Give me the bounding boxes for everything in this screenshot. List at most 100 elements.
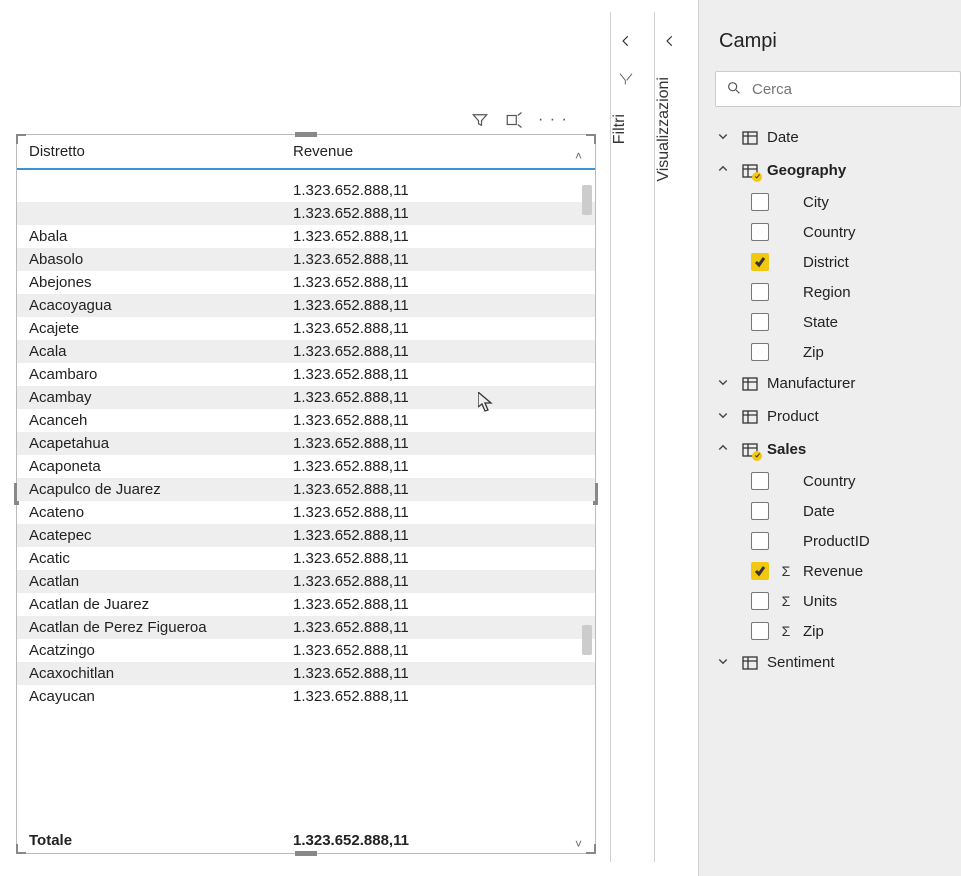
table-row[interactable]: Acapulco de Juarez1.323.652.888,11 <box>17 478 595 501</box>
cell-distretto <box>25 182 293 199</box>
field-country[interactable]: ΣCountry <box>743 217 961 247</box>
report-canvas[interactable]: · · · Distretto Revenue 1.323.652.888,11… <box>0 0 607 876</box>
field-region[interactable]: ΣRegion <box>743 277 961 307</box>
table-row[interactable]: Acaxochitlan1.323.652.888,11 <box>17 662 595 685</box>
table-row[interactable]: 1.323.652.888,11 <box>17 179 595 202</box>
fields-search[interactable] <box>715 71 961 107</box>
field-sales-zip[interactable]: ΣZip <box>743 616 961 646</box>
table-node-sentiment[interactable]: Sentiment <box>703 646 961 679</box>
table-node-product[interactable]: Product <box>703 400 961 433</box>
table-row[interactable]: Acatzingo1.323.652.888,11 <box>17 639 595 662</box>
field-label: Country <box>803 473 856 490</box>
focus-mode-icon[interactable] <box>504 110 524 130</box>
table-label: Product <box>767 408 819 425</box>
table-row[interactable]: Acatic1.323.652.888,11 <box>17 547 595 570</box>
field-label: ProductID <box>803 533 870 550</box>
cell-revenue: 1.323.652.888,11 <box>293 688 453 705</box>
cell-distretto: Acanceh <box>25 412 293 429</box>
checkbox[interactable] <box>751 622 769 640</box>
scroll-thumb[interactable] <box>582 625 592 655</box>
table-row[interactable]: Acambaro1.323.652.888,11 <box>17 363 595 386</box>
chevron-down-icon[interactable] <box>717 376 733 391</box>
chevron-down-icon[interactable] <box>717 655 733 670</box>
field-sales-units[interactable]: ΣUnits <box>743 586 961 616</box>
checkbox-checked[interactable] <box>751 253 769 271</box>
scroll-down-icon[interactable]: ˅ <box>575 837 593 851</box>
table-row[interactable]: Acambay1.323.652.888,11 <box>17 386 595 409</box>
table-node-manufacturer[interactable]: Manufacturer <box>703 367 961 400</box>
table-row[interactable]: Acaponeta1.323.652.888,11 <box>17 455 595 478</box>
cell-revenue: 1.323.652.888,11 <box>293 366 453 383</box>
field-city[interactable]: ΣCity <box>743 187 961 217</box>
field-label: Zip <box>803 623 824 640</box>
more-options-icon[interactable]: · · · <box>538 111 568 129</box>
chevron-down-icon[interactable] <box>717 130 733 145</box>
visualizations-pane-collapsed[interactable]: Visualizzazioni <box>654 12 684 862</box>
field-label: Units <box>803 593 837 610</box>
cell-revenue: 1.323.652.888,11 <box>293 596 453 613</box>
chevron-up-icon[interactable] <box>717 163 733 178</box>
table-row[interactable]: Abasolo1.323.652.888,11 <box>17 248 595 271</box>
table-footer: Totale 1.323.652.888,11 <box>17 828 595 853</box>
checkbox[interactable] <box>751 283 769 301</box>
scroll-thumb[interactable] <box>582 185 592 215</box>
checkbox[interactable] <box>751 343 769 361</box>
cell-revenue: 1.323.652.888,11 <box>293 527 453 544</box>
table-row[interactable]: Acala1.323.652.888,11 <box>17 340 595 363</box>
search-input[interactable] <box>752 81 951 98</box>
scrollbar[interactable]: ˄ ˅ <box>575 149 593 851</box>
cell-distretto: Abejones <box>25 274 293 291</box>
checkbox-checked[interactable] <box>751 562 769 580</box>
table-row[interactable]: Acajete1.323.652.888,11 <box>17 317 595 340</box>
checkbox[interactable] <box>751 313 769 331</box>
cell-distretto: Acambaro <box>25 366 293 383</box>
chevron-left-icon[interactable] <box>611 32 640 53</box>
table-node-sales[interactable]: Sales <box>703 433 961 466</box>
table-row[interactable]: Acatepec1.323.652.888,11 <box>17 524 595 547</box>
table-row[interactable]: 1.323.652.888,11 <box>17 202 595 225</box>
table-label: Sentiment <box>767 654 835 671</box>
scroll-up-icon[interactable]: ˄ <box>575 149 593 163</box>
cell-distretto: Acatzingo <box>25 642 293 659</box>
field-sales-country[interactable]: ΣCountry <box>743 466 961 496</box>
checkbox[interactable] <box>751 223 769 241</box>
table-row[interactable]: Acanceh1.323.652.888,11 <box>17 409 595 432</box>
filters-pane-collapsed[interactable]: Filtri <box>610 12 640 862</box>
table-visual[interactable]: Distretto Revenue 1.323.652.888,11 1.323… <box>16 134 596 854</box>
cell-revenue: 1.323.652.888,11 <box>293 619 453 636</box>
chevron-left-icon[interactable] <box>655 32 684 53</box>
table-body: 1.323.652.888,11 1.323.652.888,11Abala1.… <box>17 179 595 823</box>
table-icon <box>741 655 759 671</box>
checkbox[interactable] <box>751 193 769 211</box>
table-node-geography[interactable]: Geography <box>703 154 961 187</box>
checkbox[interactable] <box>751 502 769 520</box>
filter-icon[interactable] <box>470 110 490 130</box>
table-row[interactable]: Acacoyagua1.323.652.888,11 <box>17 294 595 317</box>
field-label: Country <box>803 224 856 241</box>
col-header-distretto[interactable]: Distretto <box>25 143 293 160</box>
table-row[interactable]: Acatlan de Juarez1.323.652.888,11 <box>17 593 595 616</box>
table-row[interactable]: Abala1.323.652.888,11 <box>17 225 595 248</box>
table-row[interactable]: Abejones1.323.652.888,11 <box>17 271 595 294</box>
table-row[interactable]: Acatlan de Perez Figueroa1.323.652.888,1… <box>17 616 595 639</box>
cell-revenue: 1.323.652.888,11 <box>293 665 453 682</box>
table-node-date[interactable]: Date <box>703 121 961 154</box>
table-row[interactable]: Acatlan1.323.652.888,11 <box>17 570 595 593</box>
chevron-up-icon[interactable] <box>717 442 733 457</box>
col-header-revenue[interactable]: Revenue <box>293 143 453 160</box>
table-row[interactable]: Acapetahua1.323.652.888,11 <box>17 432 595 455</box>
table-row[interactable]: Acayucan1.323.652.888,11 <box>17 685 595 708</box>
sigma-icon: Σ <box>779 563 793 579</box>
table-row[interactable]: Acateno1.323.652.888,11 <box>17 501 595 524</box>
chevron-down-icon[interactable] <box>717 409 733 424</box>
field-state[interactable]: ΣState <box>743 307 961 337</box>
checkbox[interactable] <box>751 532 769 550</box>
search-icon <box>726 80 742 99</box>
field-district[interactable]: ΣDistrict <box>743 247 961 277</box>
field-sales-date[interactable]: ΣDate <box>743 496 961 526</box>
field-sales-revenue[interactable]: ΣRevenue <box>743 556 961 586</box>
field-zip[interactable]: ΣZip <box>743 337 961 367</box>
checkbox[interactable] <box>751 472 769 490</box>
checkbox[interactable] <box>751 592 769 610</box>
field-sales-productid[interactable]: ΣProductID <box>743 526 961 556</box>
